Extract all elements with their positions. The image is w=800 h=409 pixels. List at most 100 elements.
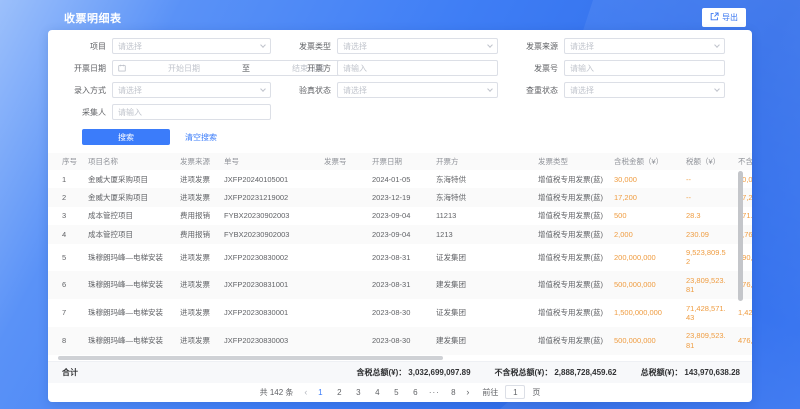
filter-issuer-input[interactable] bbox=[343, 64, 492, 73]
cell-source: 费用报销 bbox=[170, 207, 214, 225]
filter-project-placeholder[interactable] bbox=[118, 42, 258, 51]
cell-issuer: 11213 bbox=[426, 207, 528, 225]
cell-amount-incl: 500,000,000 bbox=[604, 327, 676, 355]
cell-no: 6 bbox=[48, 271, 78, 299]
table-row: 1 金威大厦采购项目 进项发票 JXFP20240105001 2024-01-… bbox=[48, 170, 752, 188]
cell-order-no: JXFP20230831001 bbox=[214, 271, 314, 299]
filter-invoice-type-select[interactable] bbox=[337, 38, 498, 54]
table-row: 3 成本管控项目 费用报销 FYBX20230902003 2023-09-04… bbox=[48, 207, 752, 225]
filter-invoice-date: 开票日期 至 bbox=[60, 60, 285, 76]
cell-tax: 230.09 bbox=[676, 225, 728, 243]
total-tax: 总税额(¥)：143,970,638.28 bbox=[641, 367, 740, 378]
filter-collector-field[interactable] bbox=[112, 104, 271, 120]
table-row: 2 金威大厦采购项目 进项发票 JXFP20231219002 2023-12-… bbox=[48, 188, 752, 206]
filter-entry-method-select[interactable] bbox=[112, 82, 271, 98]
table-row: 7 珠穆朗玛峰—电梯安装 进项发票 JXFP20230830001 2023-0… bbox=[48, 299, 752, 327]
cell-date: 2023-09-04 bbox=[362, 225, 426, 243]
filter-duplicate-status: 查重状态 bbox=[512, 82, 739, 98]
cell-date: 2023-08-30 bbox=[362, 327, 426, 355]
table-row: 5 珠穆朗玛峰—电梯安装 进项发票 JXFP20230830002 2023-0… bbox=[48, 244, 752, 272]
cell-invoice-no bbox=[314, 225, 362, 243]
cell-source: 进项发票 bbox=[170, 327, 214, 355]
goto-page-input[interactable] bbox=[505, 385, 525, 399]
cell-date: 2023-08-31 bbox=[362, 271, 426, 299]
cell-type: 增值税专用发票(蓝) bbox=[528, 188, 604, 206]
invoice-table: 序号 项目名称 发票来源 单号 发票号 开票日期 开票方 发票类型 含税金额（¥… bbox=[48, 153, 752, 361]
cell-order-no: JXFP20231219002 bbox=[214, 188, 314, 206]
filter-duplicate-status-select[interactable] bbox=[564, 82, 725, 98]
pagination-page-8[interactable]: 8 bbox=[447, 388, 459, 397]
cell-amount-incl: 1,500,000,000 bbox=[604, 299, 676, 327]
cell-tax: 28.3 bbox=[676, 207, 728, 225]
vertical-scrollbar[interactable] bbox=[738, 171, 743, 301]
cell-tax: 9,523,809.52 bbox=[676, 244, 728, 272]
cell-type: 增值税专用发票(蓝) bbox=[528, 225, 604, 243]
total-amount-incl: 含税总额(¥)：3,032,699,097.89 bbox=[356, 367, 470, 378]
filter-invoice-no-input[interactable] bbox=[570, 64, 719, 73]
pagination-page-4[interactable]: 4 bbox=[371, 388, 383, 397]
calendar-icon bbox=[118, 64, 126, 72]
chevron-right-icon[interactable]: › bbox=[466, 387, 469, 397]
filter-duplicate-status-placeholder[interactable] bbox=[570, 86, 712, 95]
cell-issuer: 建发集团 bbox=[426, 327, 528, 355]
pagination-page-6[interactable]: 6 bbox=[409, 388, 421, 397]
filter-collector-input[interactable] bbox=[118, 108, 265, 117]
col-header-issuer: 开票方 bbox=[426, 153, 528, 170]
col-header-amount-incl: 含税金额（¥） bbox=[604, 153, 676, 170]
cell-amount-incl: 2,000 bbox=[604, 225, 676, 243]
col-header-amount-excl: 不含税金额（¥） bbox=[728, 153, 752, 170]
summary-totals: 含税总额(¥)：3,032,699,097.89 不含税总额(¥)：2,888,… bbox=[356, 367, 752, 378]
filter-entry-method-placeholder[interactable] bbox=[118, 86, 258, 95]
pagination-page-1[interactable]: 1 bbox=[314, 388, 326, 397]
cell-issuer: 建发集团 bbox=[426, 271, 528, 299]
cell-project: 珠穆朗玛峰—电梯安装 bbox=[78, 271, 170, 299]
cell-source: 进项发票 bbox=[170, 170, 214, 188]
export-icon bbox=[710, 12, 719, 23]
cell-type: 增值税专用发票(蓝) bbox=[528, 170, 604, 188]
cell-invoice-no bbox=[314, 327, 362, 355]
col-header-invoice-no: 发票号 bbox=[314, 153, 362, 170]
search-button[interactable]: 搜索 bbox=[82, 129, 170, 145]
cell-tax: 71,428,571.43 bbox=[676, 299, 728, 327]
pagination-ellipsis[interactable]: ··· bbox=[428, 388, 440, 397]
cell-amount-incl: 30,000 bbox=[604, 170, 676, 188]
filter-issuer-field[interactable] bbox=[337, 60, 498, 76]
cell-date: 2023-12-19 bbox=[362, 188, 426, 206]
filter-invoice-source-placeholder[interactable] bbox=[570, 42, 712, 51]
cell-tax: 23,809,523.81 bbox=[676, 271, 728, 299]
col-header-date: 开票日期 bbox=[362, 153, 426, 170]
col-header-no: 序号 bbox=[48, 153, 78, 170]
cell-type: 增值税专用发票(蓝) bbox=[528, 271, 604, 299]
filter-entry-method-label: 录入方式 bbox=[60, 85, 112, 96]
cell-invoice-no bbox=[314, 188, 362, 206]
filter-project-select[interactable] bbox=[112, 38, 271, 54]
filter-invoice-no-field[interactable] bbox=[564, 60, 725, 76]
filter-panel: 项目 发票类型 发票来源 开票日期 bbox=[48, 30, 752, 120]
pagination-page-5[interactable]: 5 bbox=[390, 388, 402, 397]
cell-project: 珠穆朗玛峰—电梯安装 bbox=[78, 299, 170, 327]
filter-verify-status-placeholder[interactable] bbox=[343, 86, 485, 95]
cell-invoice-no bbox=[314, 170, 362, 188]
filter-verify-status-select[interactable] bbox=[337, 82, 498, 98]
cell-tax: 23,809,523.81 bbox=[676, 327, 728, 355]
start-date-input[interactable] bbox=[129, 64, 239, 73]
horizontal-scrollbar[interactable] bbox=[58, 356, 443, 360]
cell-amount-incl: 17,200 bbox=[604, 188, 676, 206]
cell-no: 4 bbox=[48, 225, 78, 243]
date-range-separator: 至 bbox=[242, 63, 250, 74]
chevron-left-icon[interactable]: ‹ bbox=[304, 387, 307, 397]
export-button[interactable]: 导出 bbox=[702, 8, 746, 27]
cell-amount-incl: 500,000,000 bbox=[604, 271, 676, 299]
filter-collector-label: 采集人 bbox=[60, 107, 112, 118]
cell-order-no: JXFP20230830001 bbox=[214, 299, 314, 327]
filter-invoice-source-select[interactable] bbox=[564, 38, 725, 54]
filter-collector: 采集人 bbox=[60, 104, 285, 120]
filter-invoice-type-placeholder[interactable] bbox=[343, 42, 485, 51]
clear-search-link[interactable]: 清空搜索 bbox=[185, 132, 217, 143]
pagination-page-2[interactable]: 2 bbox=[333, 388, 345, 397]
cell-order-no: JXFP20240105001 bbox=[214, 170, 314, 188]
table-row: 4 成本管控项目 费用报销 FYBX20230902003 2023-09-04… bbox=[48, 225, 752, 243]
cell-order-no: FYBX20230902003 bbox=[214, 207, 314, 225]
table-row: 6 珠穆朗玛峰—电梯安装 进项发票 JXFP20230831001 2023-0… bbox=[48, 271, 752, 299]
pagination-page-3[interactable]: 3 bbox=[352, 388, 364, 397]
